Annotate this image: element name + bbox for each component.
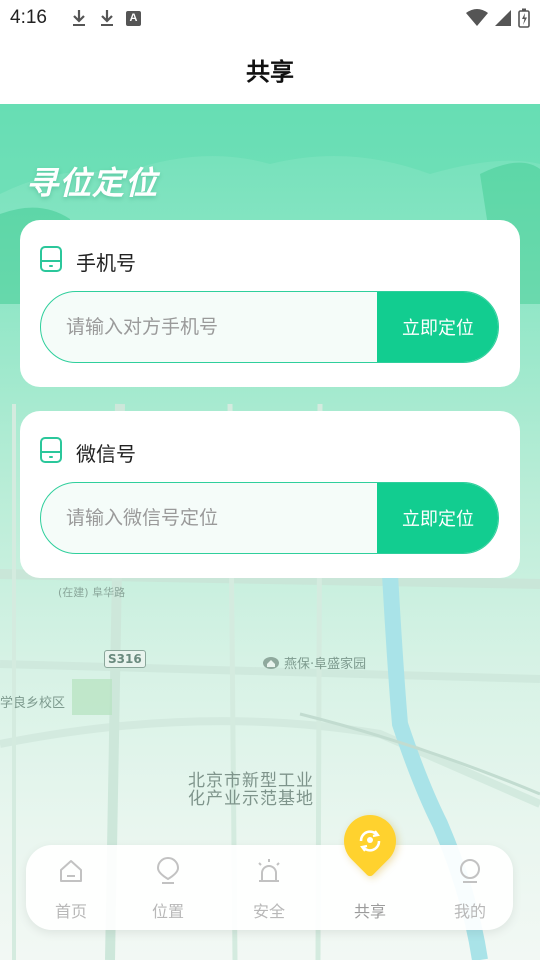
download-icon	[73, 10, 85, 26]
status-notification-icons: A	[70, 8, 141, 28]
phone-icon	[40, 437, 62, 463]
map-label-park-2: 化产业示范基地	[188, 789, 314, 809]
banner-title: 寻位定位	[26, 164, 159, 202]
download-icon	[101, 10, 113, 26]
phone-locate-button[interactable]: 立即定位	[377, 292, 498, 362]
map-label-road: (在建) 阜华路	[58, 586, 126, 599]
status-bar: 4:16 A	[0, 0, 540, 36]
status-time: 4:16	[10, 7, 47, 28]
phone-label: 手机号	[76, 251, 136, 275]
page-title: 共享	[246, 58, 294, 86]
poi-home-icon	[263, 656, 279, 669]
wechat-label: 微信号	[76, 442, 136, 466]
tab-share-label: 共享	[353, 902, 386, 921]
a-icon: A	[126, 10, 141, 26]
wechat-locate-button[interactable]: 立即定位	[377, 483, 498, 553]
phone-input[interactable]	[41, 292, 379, 361]
location-pin-icon	[156, 857, 180, 884]
phone-input-group: 立即定位	[40, 291, 499, 363]
tab-location[interactable]: 位置	[123, 845, 213, 930]
map-label-school: 学良乡校区	[0, 696, 66, 711]
tab-home[interactable]: 首页	[26, 845, 116, 930]
tab-mine-label: 我的	[453, 902, 486, 921]
phone-icon	[40, 246, 62, 272]
share-location-icon	[359, 830, 381, 852]
tab-safety-label: 安全	[252, 902, 285, 921]
tab-home-label: 首页	[54, 902, 87, 921]
header: 共享	[0, 36, 540, 104]
bottom-tab-bar: 首页 位置 安全 共享 我的	[26, 804, 515, 930]
map-label-road-code: S316	[104, 650, 146, 668]
map-label-poi-text: 燕保·阜盛家园	[284, 657, 367, 672]
status-system-icons	[466, 8, 530, 28]
map-label-poi: 燕保·阜盛家园	[262, 653, 366, 672]
tab-safety[interactable]: 安全	[224, 845, 314, 930]
wechat-locate-card: 微信号 立即定位	[20, 411, 520, 578]
wechat-input-group: 立即定位	[40, 482, 499, 554]
tab-mine[interactable]: 我的	[425, 845, 515, 930]
wechat-input[interactable]	[41, 483, 379, 552]
user-icon	[460, 859, 480, 883]
battery-icon	[518, 8, 530, 28]
phone-locate-card: 手机号 立即定位	[20, 220, 520, 387]
tab-location-label: 位置	[151, 902, 184, 921]
alarm-icon	[258, 859, 280, 882]
wifi-icon	[466, 9, 488, 26]
signal-icon	[495, 10, 511, 26]
home-icon	[60, 860, 82, 882]
